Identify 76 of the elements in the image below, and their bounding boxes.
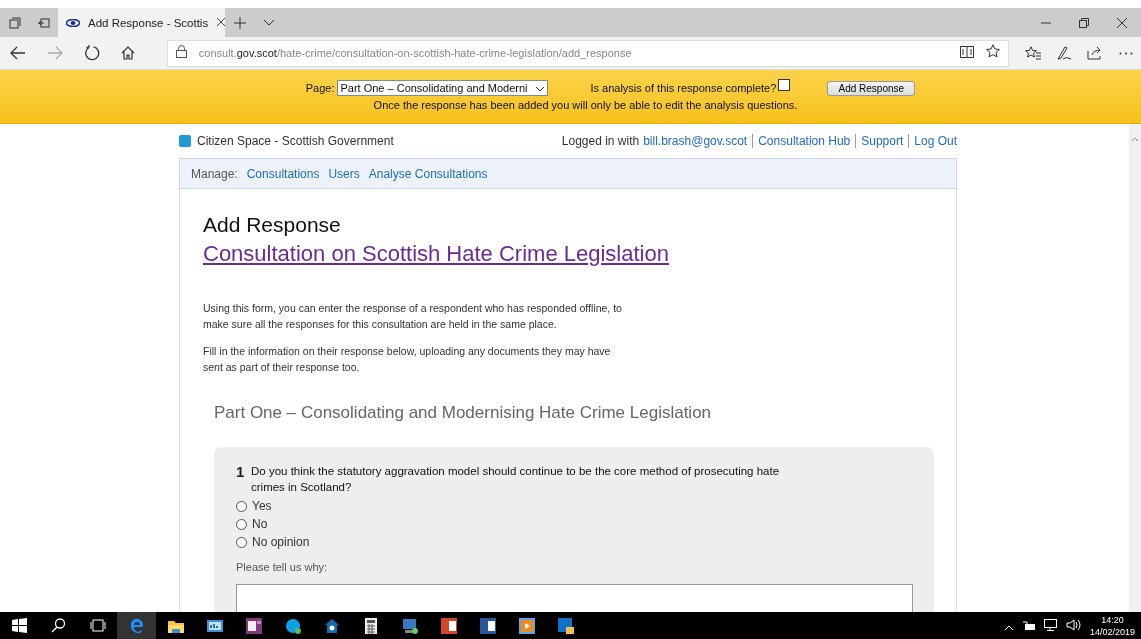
restore-icon[interactable] [1079,17,1089,28]
close-icon[interactable] [216,16,227,27]
calculator-icon[interactable] [362,617,379,634]
document-icon[interactable] [479,617,496,634]
header-link[interactable]: Support [855,134,904,148]
address-bar[interactable]: consult.gov.scot/hate-crime/consultation-on-scottish-hate-crime-legislation/add_response [166,39,1009,67]
battery-icon[interactable] [1021,620,1036,631]
gear-house-icon[interactable] [323,617,340,634]
intro-paragraph: Using this form, you can enter the response of a respondent who has responded offline, to make sure all the responses for this consultation are held in the same place. [203,301,623,332]
close-icon[interactable] [1117,17,1127,28]
radio-button[interactable] [236,500,247,512]
complete-question: Is analysis of this response complete? [590,82,777,94]
mail-icon[interactable] [557,617,574,634]
answer-box[interactable] [236,584,913,612]
consultation-link[interactable]: Consultation on Scottish Hate Crime Legislation [203,241,669,267]
caret-icon [535,86,546,92]
home-icon[interactable] [121,46,136,60]
set-aside-tabs-icon[interactable] [37,17,50,28]
slides-icon[interactable] [440,617,457,634]
chart-window-icon[interactable] [206,619,223,632]
network-icon[interactable] [1043,618,1058,631]
tab-overview-icon[interactable] [8,16,21,29]
lock-icon [175,45,187,58]
clock-time[interactable]: 14:20 [1101,613,1124,626]
manage-link[interactable]: Analyse Consultations [368,166,488,181]
chevron-up-icon[interactable] [1003,624,1014,631]
banner-note: Once the response has been added you will only be able to edit the analysis questions. [373,99,798,111]
section-heading: Part One – Consolidating and Modernising Hate Crime Legislation [214,403,713,423]
manage-link[interactable]: Users [328,166,360,181]
manage-label: Manage: [191,166,238,181]
complete-checkbox[interactable] [778,79,791,91]
site-name: Citizen Space - Scottish Government [197,134,394,148]
share-icon[interactable] [1086,46,1103,60]
header-link[interactable]: Log Out [908,134,957,148]
refresh-icon[interactable] [83,45,100,61]
volume-icon[interactable] [1065,618,1082,631]
clock-date[interactable]: 14/02/2019 [1089,625,1135,638]
option-label: No opinion [252,535,310,549]
field-label: Please tell us why: [236,561,329,573]
star-icon[interactable] [986,44,1000,58]
page-title: Add Response [203,213,342,237]
computer-icon[interactable] [401,617,418,634]
site-icon [66,18,80,27]
more-icon[interactable] [1118,51,1133,55]
notebook-icon[interactable] [245,617,262,634]
header-link[interactable]: Consultation Hub [752,134,851,148]
site-logo-icon [179,135,191,147]
browser-icon[interactable] [129,618,144,633]
intro-paragraph: Fill in the information on their response below, uploading any documents they may have sent as part of their response too. [203,344,612,375]
radio-button[interactable] [236,518,247,530]
page-label: Page: [305,82,335,94]
chat-icon[interactable] [284,617,301,634]
option-label: Yes [252,499,272,513]
back-icon[interactable] [10,46,27,60]
reading-view-icon[interactable] [960,46,974,58]
logged-in-text: Logged in with [561,134,640,148]
play-icon[interactable] [518,617,535,634]
browser-tab[interactable]: Add Response - Scottis [58,8,225,37]
scrollbar[interactable] [1129,124,1141,612]
new-tab-icon[interactable] [233,16,246,29]
question-number: 1 [236,463,246,480]
manage-link[interactable]: Consultations [246,166,320,181]
chevron-down-icon[interactable] [262,19,275,26]
folder-icon[interactable] [167,618,184,633]
radio-button[interactable] [236,536,247,548]
add-response-button[interactable]: Add Response [827,80,916,96]
page-select[interactable]: Part One – Consolidating and Moderni [337,80,549,96]
favorites-icon[interactable] [1024,46,1041,60]
user-link[interactable]: bill.brash@gov.scot [643,134,748,148]
pen-icon[interactable] [1055,46,1072,60]
start-icon[interactable] [12,618,27,633]
task-view-icon[interactable] [89,619,106,632]
url-text: consult.gov.scot/hate-crime/consultation-on-scottish-hate-crime-legislation/add_response [198,47,633,59]
option-label: No [252,517,268,531]
question-text: Do you think the statutory aggravation model should continue to be the core method of prosecuting hate crimes in Scotland? [251,464,781,495]
search-icon[interactable] [51,618,66,633]
